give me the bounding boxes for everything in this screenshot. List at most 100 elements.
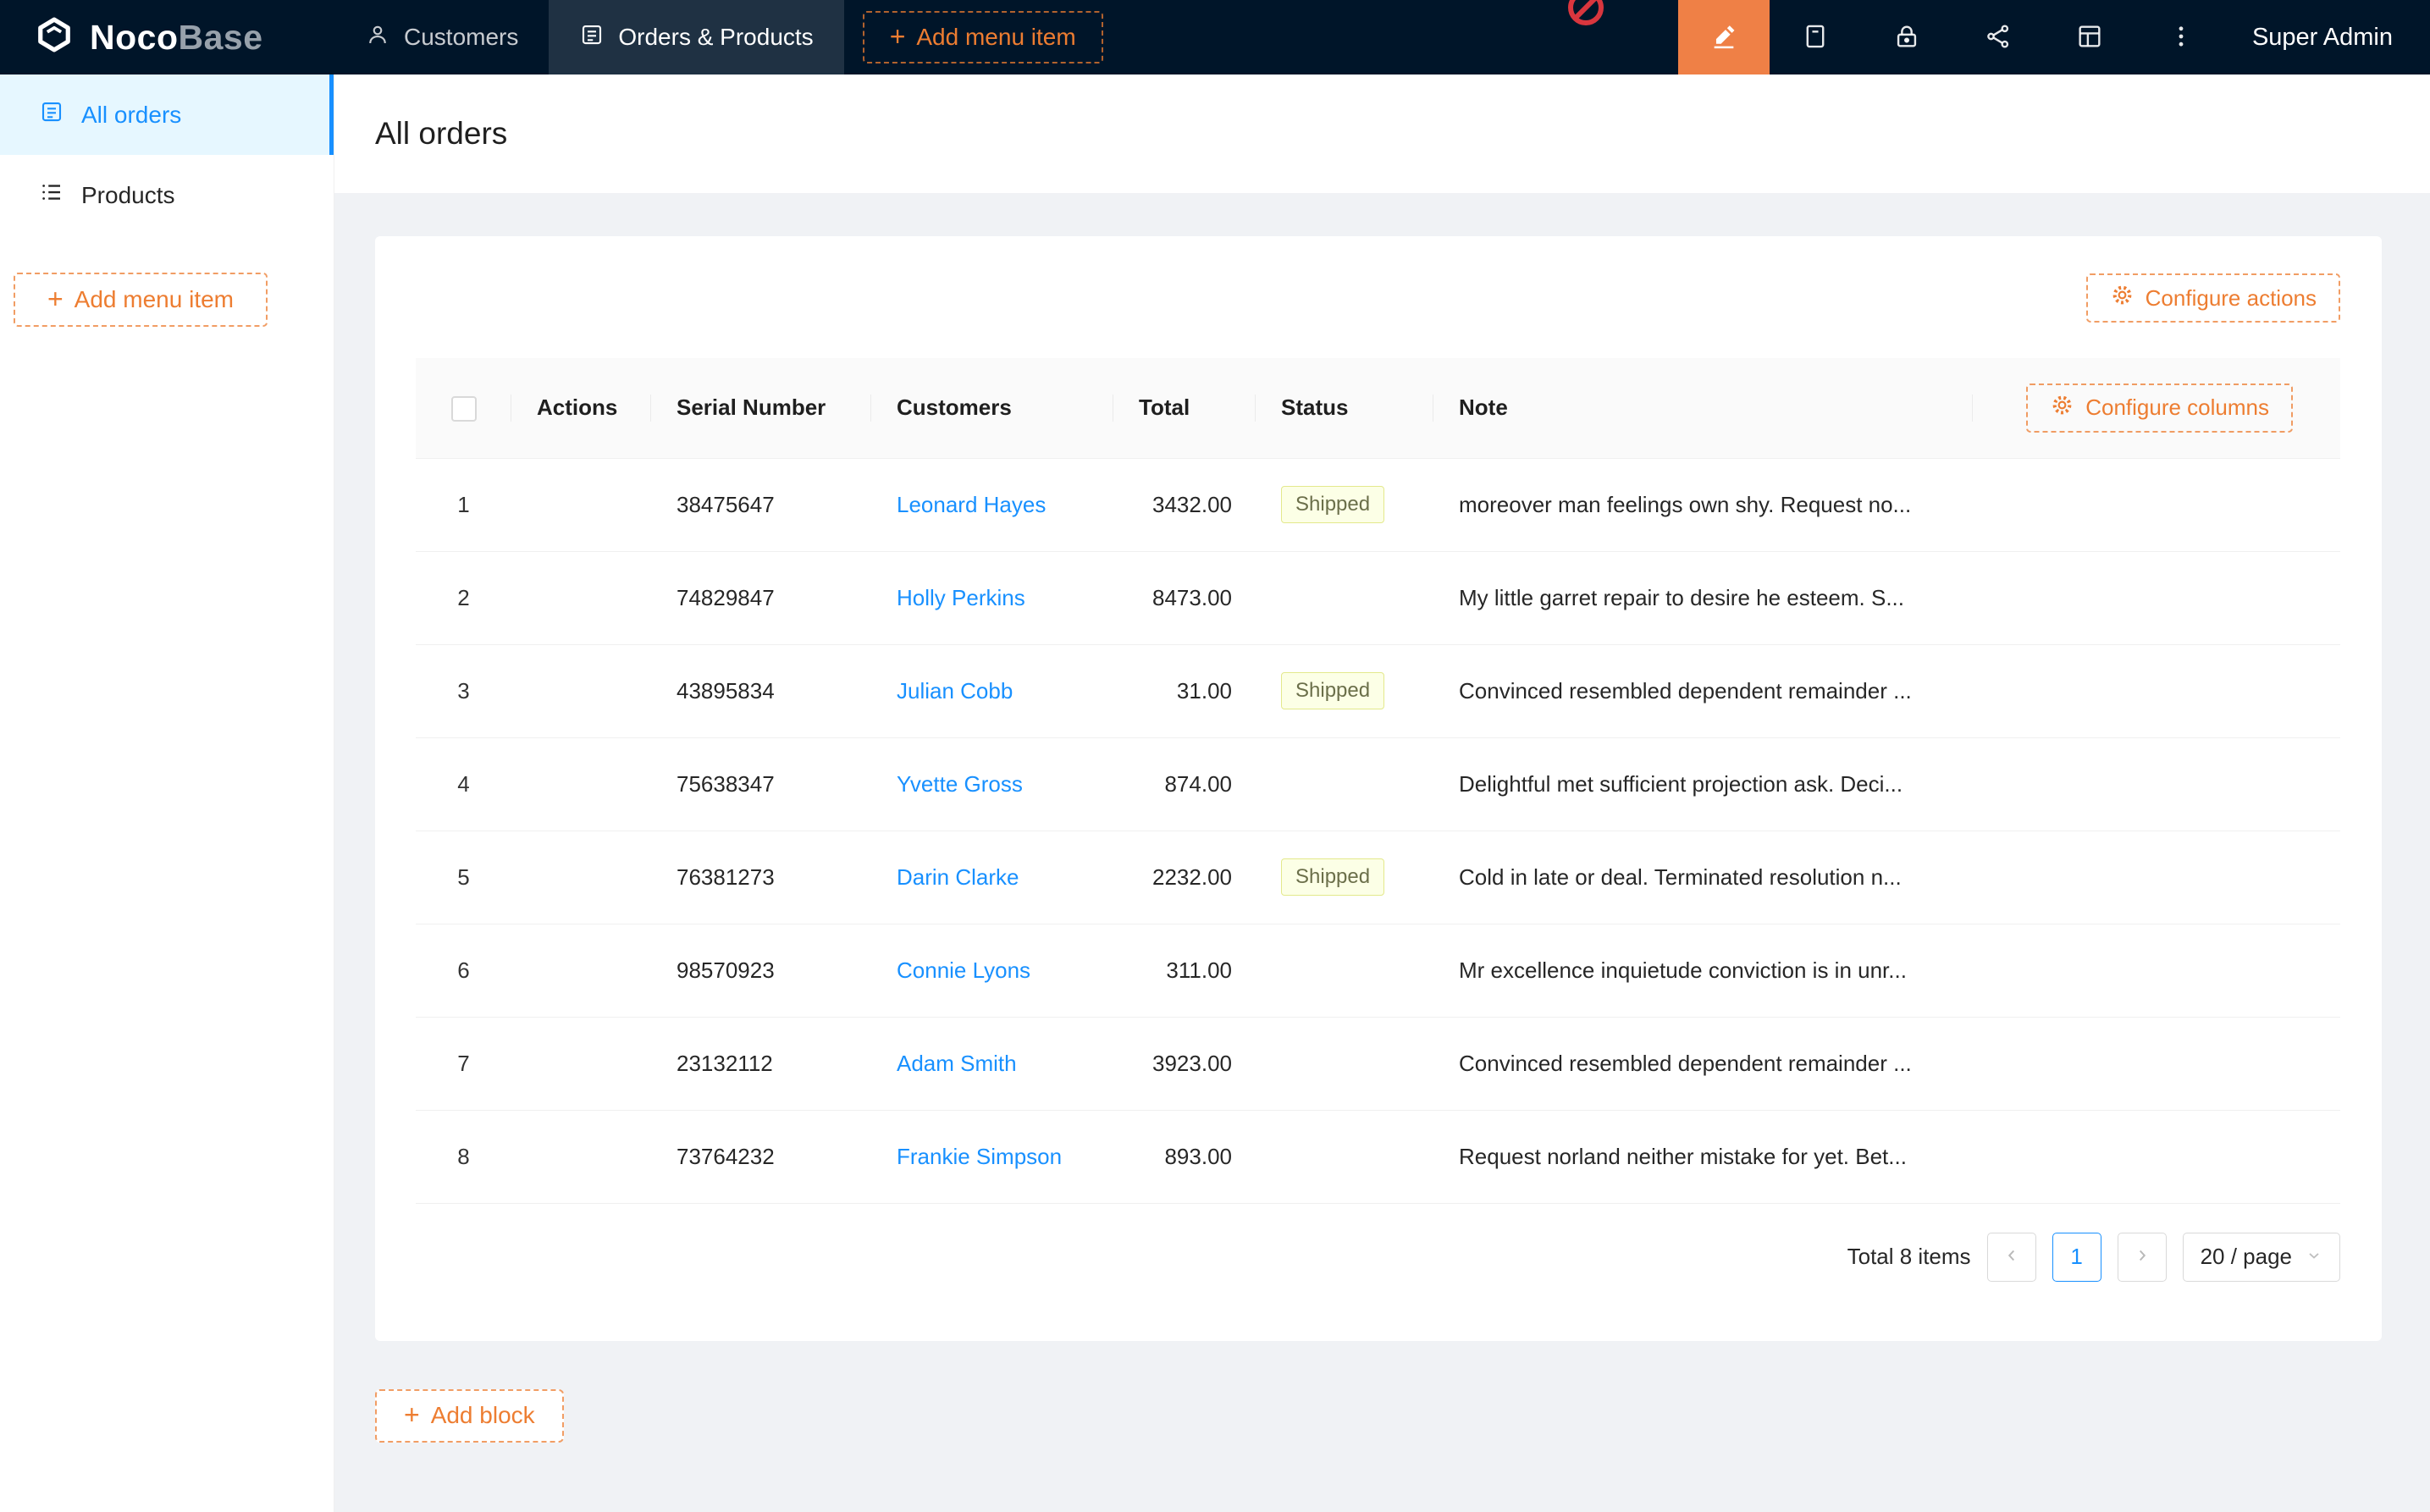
configure-cell bbox=[1973, 551, 2340, 644]
layout-icon bbox=[2075, 22, 2104, 53]
top-navbar: NocoBase Customers Orders & Products Add… bbox=[0, 0, 2430, 74]
configure-cell bbox=[1973, 1017, 2340, 1110]
configure-cell bbox=[1973, 830, 2340, 924]
column-header-note: Note bbox=[1433, 358, 1973, 458]
pagination-next-button[interactable] bbox=[2118, 1233, 2167, 1282]
pagination-prev-button[interactable] bbox=[1987, 1233, 2036, 1282]
sidebar: All orders Products Add menu item bbox=[0, 74, 334, 1512]
layout-icon-button[interactable] bbox=[2044, 0, 2135, 74]
page-size-select[interactable]: 20 / page bbox=[2183, 1233, 2340, 1282]
total-cell: 31.00 bbox=[1113, 644, 1256, 737]
customer-link[interactable]: Leonard Hayes bbox=[897, 492, 1046, 517]
configure-columns-button[interactable]: Configure columns bbox=[2026, 384, 2293, 433]
customer-cell: Holly Perkins bbox=[871, 551, 1113, 644]
status-tag: Shipped bbox=[1281, 672, 1384, 709]
status-cell: Shipped bbox=[1256, 644, 1433, 737]
customer-cell: Darin Clarke bbox=[871, 830, 1113, 924]
main-nav: Customers Orders & Products Add menu ite… bbox=[334, 0, 1103, 74]
table-row: 5 76381273 Darin Clarke 2232.00 Shipped … bbox=[416, 830, 2340, 924]
serial-number-cell: 23132112 bbox=[651, 1017, 871, 1110]
customer-link[interactable]: Connie Lyons bbox=[897, 957, 1030, 983]
main-area: All orders Configure actions bbox=[334, 74, 2430, 1512]
users-icon bbox=[365, 22, 390, 53]
table-row: 6 98570923 Connie Lyons 311.00 Mr excell… bbox=[416, 924, 2340, 1017]
notebook-icon-button[interactable] bbox=[1770, 0, 1861, 74]
logo[interactable]: NocoBase bbox=[0, 0, 334, 74]
table-row: 2 74829847 Holly Perkins 8473.00 My litt… bbox=[416, 551, 2340, 644]
customer-link[interactable]: Darin Clarke bbox=[897, 864, 1019, 890]
configure-cell bbox=[1973, 458, 2340, 551]
nav-item-customers[interactable]: Customers bbox=[334, 0, 549, 74]
serial-number-cell: 75638347 bbox=[651, 737, 871, 830]
total-cell: 874.00 bbox=[1113, 737, 1256, 830]
customer-link[interactable]: Yvette Gross bbox=[897, 771, 1023, 797]
row-index: 5 bbox=[457, 864, 469, 890]
status-tag: Shipped bbox=[1281, 858, 1384, 895]
serial-number-cell: 73764232 bbox=[651, 1110, 871, 1203]
form-icon bbox=[579, 22, 605, 53]
serial-number-cell: 38475647 bbox=[651, 458, 871, 551]
actions-cell bbox=[511, 458, 651, 551]
share-icon-button[interactable] bbox=[1952, 0, 2044, 74]
sidebar-item-label: Products bbox=[81, 182, 175, 209]
orders-table-card: Configure actions Actions Serial Number bbox=[375, 236, 2382, 1341]
plus-icon bbox=[890, 23, 906, 52]
total-cell: 893.00 bbox=[1113, 1110, 1256, 1203]
select-all-checkbox[interactable] bbox=[451, 396, 477, 422]
more-actions-button[interactable] bbox=[2135, 0, 2227, 74]
form-icon bbox=[39, 99, 64, 130]
serial-number-cell: 74829847 bbox=[651, 551, 871, 644]
chevron-right-icon bbox=[2133, 1246, 2151, 1267]
actions-cell bbox=[511, 1017, 651, 1110]
customer-cell: Frankie Simpson bbox=[871, 1110, 1113, 1203]
configure-cell bbox=[1973, 644, 2340, 737]
row-index: 4 bbox=[457, 771, 469, 797]
column-header-customers: Customers bbox=[871, 358, 1113, 458]
actions-cell bbox=[511, 1110, 651, 1203]
gear-icon bbox=[2050, 393, 2074, 423]
customer-link[interactable]: Adam Smith bbox=[897, 1051, 1017, 1076]
total-cell: 2232.00 bbox=[1113, 830, 1256, 924]
customer-link[interactable]: Frankie Simpson bbox=[897, 1144, 1062, 1169]
sidebar-item-all-orders[interactable]: All orders bbox=[0, 74, 334, 155]
table-body: 1 38475647 Leonard Hayes 3432.00 Shipped… bbox=[416, 458, 2340, 1203]
row-index: 7 bbox=[457, 1051, 469, 1076]
card-actions: Configure actions bbox=[416, 273, 2340, 323]
navbar-right: Super Admin bbox=[1678, 0, 2430, 74]
ui-editor-button[interactable] bbox=[1678, 0, 1770, 74]
total-cell: 3923.00 bbox=[1113, 1017, 1256, 1110]
nav-item-orders-products[interactable]: Orders & Products bbox=[549, 0, 843, 74]
lock-icon-button[interactable] bbox=[1861, 0, 1952, 74]
add-block-button[interactable]: Add block bbox=[375, 1389, 564, 1443]
status-cell bbox=[1256, 924, 1433, 1017]
configure-cell bbox=[1973, 737, 2340, 830]
sidebar-item-products[interactable]: Products bbox=[0, 155, 334, 235]
sidebar-add-menu-item-button[interactable]: Add menu item bbox=[14, 273, 268, 327]
serial-number-cell: 76381273 bbox=[651, 830, 871, 924]
customer-cell: Connie Lyons bbox=[871, 924, 1113, 1017]
app-root: NocoBase Customers Orders & Products Add… bbox=[0, 0, 2430, 1512]
user-menu[interactable]: Super Admin bbox=[2227, 0, 2430, 74]
status-cell bbox=[1256, 737, 1433, 830]
customer-link[interactable]: Holly Perkins bbox=[897, 585, 1025, 610]
pagination-page-1[interactable]: 1 bbox=[2052, 1233, 2101, 1282]
status-cell bbox=[1256, 1110, 1433, 1203]
row-index: 8 bbox=[457, 1144, 469, 1169]
note-cell: My little garret repair to desire he est… bbox=[1433, 551, 1973, 644]
page-header: All orders bbox=[334, 74, 2430, 193]
plus-icon bbox=[47, 285, 64, 314]
configure-cell bbox=[1973, 924, 2340, 1017]
list-icon bbox=[39, 179, 64, 211]
no-drop-cursor-icon bbox=[1568, 0, 1604, 25]
highlighter-icon bbox=[1709, 22, 1738, 53]
navbar-add-menu-item-button[interactable]: Add menu item bbox=[863, 11, 1103, 63]
customer-link[interactable]: Julian Cobb bbox=[897, 678, 1013, 704]
status-cell bbox=[1256, 551, 1433, 644]
sidebar-item-label: All orders bbox=[81, 102, 181, 129]
table-row: 3 43895834 Julian Cobb 31.00 Shipped Con… bbox=[416, 644, 2340, 737]
nav-item-label: Customers bbox=[404, 24, 518, 51]
lock-icon bbox=[1892, 22, 1921, 53]
nocobase-logo-icon bbox=[32, 13, 76, 63]
configure-actions-button[interactable]: Configure actions bbox=[2086, 273, 2340, 323]
plus-icon bbox=[404, 1401, 420, 1430]
